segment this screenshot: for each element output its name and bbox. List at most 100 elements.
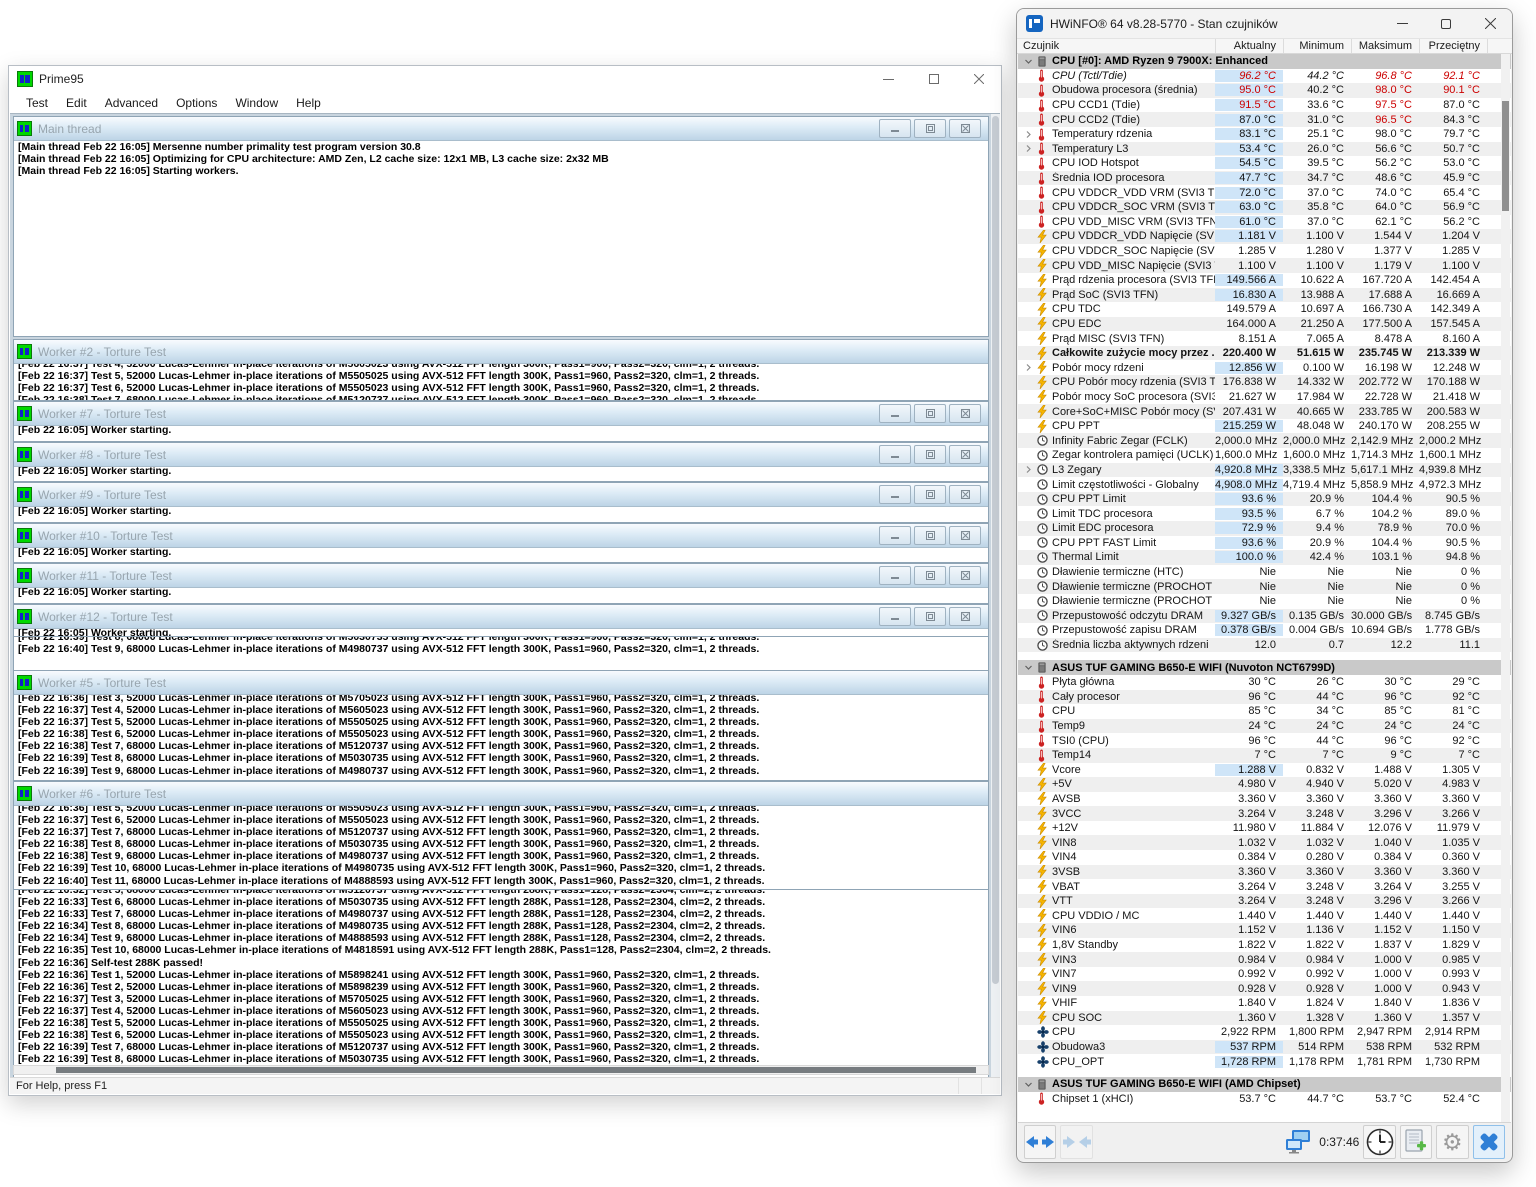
column-header-aktualny[interactable]: Aktualny bbox=[1216, 39, 1284, 53]
mdi-titlebar[interactable]: Main thread bbox=[14, 117, 988, 141]
minimize-button[interactable] bbox=[866, 66, 911, 92]
settings-button[interactable]: ⚙ bbox=[1436, 1125, 1469, 1159]
worker-output[interactable]: [Feb 22 16:05] Worker starting. bbox=[14, 467, 988, 481]
child-restore-button[interactable] bbox=[914, 404, 946, 423]
sensor-row[interactable]: CPU 85 °C 34 °C 85 °C 81 °C bbox=[1018, 704, 1511, 719]
sensor-row[interactable]: Dławienie termiczne (PROCHOT EXT) Nie Nie N… bbox=[1018, 594, 1511, 609]
sensor-row[interactable]: Zegar kontrolera pamięci (UCLK) 1,600.0 M… bbox=[1018, 448, 1511, 463]
sensor-row[interactable]: CPU VDD_MISC Napięcie (SVI3 TFN) 1.100 V 1… bbox=[1018, 258, 1511, 273]
sensor-row[interactable]: CPU (Tctl/Tdie) 96.2 °C 44.2 °C 96.8 °C 92.1… bbox=[1018, 69, 1511, 84]
child-close-button[interactable] bbox=[949, 445, 981, 464]
worker-output[interactable]: [Feb 22 16:36] Test 5, 52000 Lucas-Lehme… bbox=[14, 806, 988, 889]
sensor-row[interactable]: Średnia IOD procesora 47.7 °C 34.7 °C 48.6 … bbox=[1018, 170, 1511, 186]
sensor-row[interactable]: VIN7 0.992 V 0.992 V 1.000 V 0.993 V bbox=[1018, 967, 1511, 982]
scrollbar-thumb[interactable] bbox=[56, 1067, 976, 1073]
worker-output[interactable]: [Feb 22 16:05] Worker starting. bbox=[14, 548, 988, 562]
close-button[interactable] bbox=[956, 66, 1001, 92]
horizontal-scrollbar[interactable] bbox=[13, 1065, 989, 1075]
sensor-row[interactable]: Temp14 7 °C 7 °C 9 °C 7 °C bbox=[1018, 747, 1511, 763]
column-header-czujnik[interactable]: Czujnik bbox=[1017, 39, 1216, 53]
sensor-row[interactable]: Obudowa3 537 RPM 514 RPM 538 RPM 532 RPM bbox=[1018, 1039, 1511, 1055]
worker-output[interactable]: [Feb 22 16:39] Test 8, 68000 Lucas-Lehme… bbox=[14, 637, 988, 668]
mdi-titlebar[interactable]: Worker #5 - Torture Test bbox=[14, 671, 988, 695]
sensor-row[interactable]: Prąd rdzenia procesora (SVI3 TFN) 149.566… bbox=[1018, 273, 1511, 288]
sensor-list-scrollbar[interactable] bbox=[1501, 54, 1510, 1123]
hwinfo-titlebar[interactable]: HWiNFO® 64 v8.28-5770 - Stan czujników bbox=[1017, 9, 1512, 38]
sensor-row[interactable]: CPU 2,922 RPM 1,800 RPM 2,947 RPM 2,914 RPM bbox=[1018, 1025, 1511, 1040]
column-header-przecietny[interactable]: Przeciętny bbox=[1420, 39, 1488, 53]
uptime-clock-button[interactable] bbox=[1363, 1125, 1396, 1159]
sensor-row[interactable]: Cały procesor 96 °C 44 °C 96 °C 92 °C bbox=[1018, 689, 1511, 705]
child-restore-button[interactable] bbox=[914, 526, 946, 545]
sensor-row[interactable]: +5V 4.980 V 4.940 V 5.020 V 4.983 V bbox=[1018, 777, 1511, 792]
sensor-row[interactable]: VHIF 1.840 V 1.824 V 1.840 V 1.836 V bbox=[1018, 996, 1511, 1011]
worker-output[interactable]: [Feb 22 16:37] Test 4, 52000 Lucas-Lehme… bbox=[14, 364, 988, 400]
child-restore-button[interactable] bbox=[914, 485, 946, 504]
maximize-button[interactable] bbox=[1424, 9, 1468, 38]
child-close-button[interactable] bbox=[949, 566, 981, 585]
worker-output[interactable]: [Feb 22 16:05] Worker starting. bbox=[14, 507, 988, 522]
sensor-row[interactable]: CPU VDDCR_SOC VRM (SVI3 TFN)63.0 °C 35.8 … bbox=[1018, 199, 1511, 215]
menu-item-options[interactable]: Options bbox=[167, 94, 226, 112]
close-sensors-button[interactable] bbox=[1472, 1125, 1505, 1159]
sensor-row[interactable]: Przepustowość zapisu DRAM 0.378 GB/s 0.004… bbox=[1018, 623, 1511, 638]
worker-output[interactable]: [Feb 22 16:36] Test 3, 52000 Lucas-Lehme… bbox=[14, 695, 988, 780]
sensor-row[interactable]: Temperatury L3 53.4 °C 26.0 °C 56.6 °C 50.7 … bbox=[1018, 141, 1511, 157]
worker-output[interactable]: [Feb 22 16:05] Worker starting. bbox=[14, 426, 988, 441]
sensor-row[interactable]: L3 Zegary 4,920.8 MHz 3,338.5 MHz 5,617.1 M… bbox=[1018, 462, 1511, 478]
sensor-row[interactable]: VIN8 1.032 V 1.032 V 1.040 V 1.035 V bbox=[1018, 835, 1511, 851]
mdi-titlebar[interactable]: Worker #8 - Torture Test bbox=[14, 443, 988, 467]
sensor-row[interactable]: VIN4 0.384 V 0.280 V 0.384 V 0.360 V bbox=[1018, 850, 1511, 865]
sensor-row[interactable]: Pobór mocy SoC procesora (SVI3 ... 21.627… bbox=[1018, 390, 1511, 405]
sensor-row[interactable]: CPU SOC 1.360 V 1.328 V 1.360 V 1.357 V bbox=[1018, 1010, 1511, 1026]
menu-item-test[interactable]: Test bbox=[17, 94, 57, 112]
sensor-row[interactable]: Przepustowość odczytu DRAM 9.327 GB/s 0.13… bbox=[1018, 608, 1511, 624]
menu-item-help[interactable]: Help bbox=[287, 94, 330, 112]
sensor-row[interactable]: CPU PPT FAST Limit 93.6 % 20.9 % 104.4 % 90.… bbox=[1018, 536, 1511, 551]
sensor-row[interactable]: TSI0 (CPU) 96 °C 44 °C 96 °C 92 °C bbox=[1018, 733, 1511, 748]
worker-output[interactable]: [Feb 22 16:05] Worker starting. bbox=[14, 629, 988, 636]
sensor-row[interactable]: Limit częstotliwości - Globalny 4,908.0 M… bbox=[1018, 477, 1511, 492]
sensor-row[interactable]: CPU CCD2 (Tdie) 87.0 °C 31.0 °C 96.5 °C 84.3… bbox=[1018, 112, 1511, 127]
sensor-group-header[interactable]: ASUS TUF GAMING B650-E WIFI (AMD Chipset… bbox=[1018, 1076, 1511, 1092]
sensor-row[interactable]: 3VSB 3.360 V 3.360 V 3.360 V 3.360 V bbox=[1018, 864, 1511, 880]
sensor-row[interactable]: Limit TDC procesora 93.5 % 6.7 % 104.2 % 89.… bbox=[1018, 506, 1511, 521]
sensor-row[interactable]: Średnia liczba aktywnych rdzeni 12.0 0.7 12… bbox=[1018, 637, 1511, 653]
menu-item-edit[interactable]: Edit bbox=[57, 94, 96, 112]
child-restore-button[interactable] bbox=[914, 119, 946, 138]
mdi-titlebar[interactable]: Worker #2 - Torture Test bbox=[14, 340, 988, 364]
sensor-row[interactable]: Dławienie termiczne (PROCHOT CP... Nie Nie… bbox=[1018, 579, 1511, 594]
maximize-button[interactable] bbox=[911, 66, 956, 92]
child-minimize-button[interactable] bbox=[879, 119, 911, 138]
column-header-maksimum[interactable]: Maksimum bbox=[1352, 39, 1420, 53]
child-minimize-button[interactable] bbox=[879, 485, 911, 504]
sensor-row[interactable]: CPU VDDCR_VDD Napięcie (SVI3 ...1.181 V 1… bbox=[1018, 229, 1511, 244]
sensor-row[interactable]: CPU VDDIO / MC 1.440 V 1.440 V 1.440 V 1.440… bbox=[1018, 908, 1511, 923]
mdi-titlebar[interactable]: Worker #6 - Torture Test bbox=[14, 782, 988, 806]
sensor-row[interactable]: Temp9 24 °C 24 °C 24 °C 24 °C bbox=[1018, 718, 1511, 734]
sensor-row[interactable]: VIN3 0.984 V 0.984 V 1.000 V 0.985 V bbox=[1018, 952, 1511, 967]
sensor-row[interactable]: 3VCC 3.264 V 3.248 V 3.296 V 3.266 V bbox=[1018, 806, 1511, 821]
sensor-row[interactable]: Prąd MISC (SVI3 TFN) 8.151 A 7.065 A 8.478 … bbox=[1018, 331, 1511, 346]
sensor-row[interactable]: Dławienie termiczne (HTC) Nie Nie Nie 0 % bbox=[1018, 565, 1511, 580]
sensor-row[interactable]: Całkowite zużycie mocy przez ... 220.400 … bbox=[1018, 345, 1511, 361]
child-restore-button[interactable] bbox=[914, 607, 946, 626]
column-header-minimum[interactable]: Minimum bbox=[1284, 39, 1352, 53]
mdi-titlebar[interactable]: Worker #9 - Torture Test bbox=[14, 483, 988, 507]
mdi-vertical-scrollbar[interactable] bbox=[991, 114, 1000, 1077]
menu-item-window[interactable]: Window bbox=[226, 94, 287, 112]
sensor-row[interactable]: Prąd SoC (SVI3 TFN) 16.830 A 13.988 A 17.68… bbox=[1018, 287, 1511, 303]
child-minimize-button[interactable] bbox=[879, 526, 911, 545]
child-close-button[interactable] bbox=[949, 607, 981, 626]
sensor-row[interactable]: VIN9 0.928 V 0.928 V 1.000 V 0.943 V bbox=[1018, 981, 1511, 996]
child-close-button[interactable] bbox=[949, 404, 981, 423]
sensor-row[interactable]: 1,8V Standby 1.822 V 1.822 V 1.837 V 1.829 V bbox=[1018, 938, 1511, 953]
mdi-titlebar[interactable]: Worker #10 - Torture Test bbox=[14, 524, 988, 548]
child-close-button[interactable] bbox=[949, 485, 981, 504]
minimize-button[interactable] bbox=[1380, 9, 1424, 38]
child-minimize-button[interactable] bbox=[879, 566, 911, 585]
sensor-row[interactable]: CPU_OPT 1,728 RPM 1,178 RPM 1,781 RPM 1,730 … bbox=[1018, 1054, 1511, 1069]
sensor-row[interactable]: AVSB 3.360 V 3.360 V 3.360 V 3.360 V bbox=[1018, 792, 1511, 807]
child-restore-button[interactable] bbox=[914, 566, 946, 585]
sensor-row[interactable]: Infinity Fabric Zegar (FCLK) 2,000.0 MHz 2… bbox=[1018, 433, 1511, 449]
